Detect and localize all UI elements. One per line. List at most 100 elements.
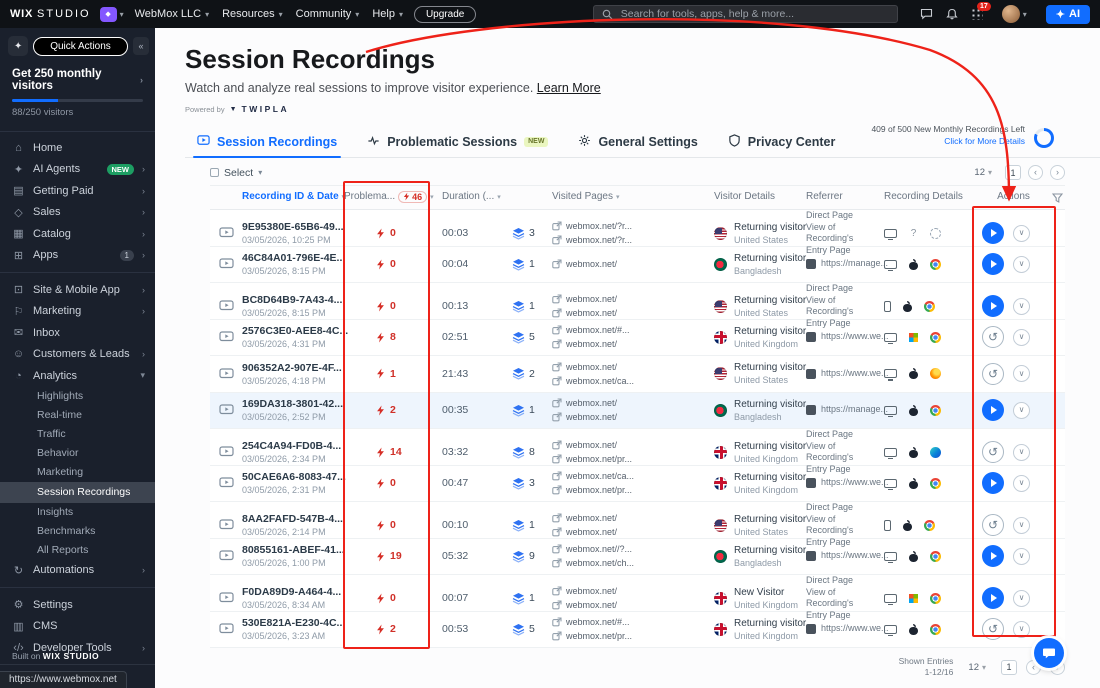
ai-assistant-button[interactable]: ✦ AI: [1045, 4, 1090, 24]
more-options-button[interactable]: ∨: [1013, 328, 1030, 346]
more-options-button[interactable]: ∨: [1013, 443, 1030, 461]
session-icon[interactable]: [210, 331, 242, 343]
table-row[interactable]: 530E821A-E230-4C... 03/05/2026, 3:23 AM …: [210, 611, 1065, 648]
table-row[interactable]: 2576C3E0-AEE8-4C... 03/05/2026, 4:31 PM …: [210, 319, 1065, 356]
visited-page-link[interactable]: webmox.net//?...: [552, 544, 632, 554]
topbar-menu-button[interactable]: Community ▾: [294, 8, 362, 20]
site-switcher-button[interactable]: ◆ ▾: [99, 6, 124, 22]
apps-launcher-button[interactable]: 17: [970, 2, 991, 20]
analytics-subnav-item[interactable]: Insights: [0, 503, 155, 522]
col-header-duration[interactable]: Duration (...: [430, 191, 500, 202]
table-row[interactable]: 50CAE6A6-8083-47... 03/05/2026, 2:31 PM …: [210, 465, 1065, 502]
play-recording-button[interactable]: [982, 545, 1004, 568]
favorites-button[interactable]: ✦: [8, 36, 28, 56]
play-recording-button[interactable]: [982, 618, 1004, 641]
sidebar-nav-item[interactable]: ◇ Sales ›: [0, 202, 155, 224]
session-icon[interactable]: [210, 368, 242, 380]
visited-page-link[interactable]: webmox.net/#...: [552, 617, 630, 627]
table-row[interactable]: 169DA318-3801-42... 03/05/2026, 2:52 PM …: [210, 392, 1065, 429]
visited-page-link[interactable]: webmox.net/ca...: [552, 471, 634, 481]
col-header-problems[interactable]: Problema... 46: [342, 190, 430, 203]
visited-page-link[interactable]: webmox.net/ca...: [552, 376, 634, 386]
table-row[interactable]: BC8D64B9-7A43-4... 03/05/2026, 8:15 PM 0…: [210, 283, 1065, 328]
col-header-visited-pages[interactable]: Visited Pages: [540, 191, 700, 202]
visited-page-link[interactable]: webmox.net/#...: [552, 325, 630, 335]
visited-page-link[interactable]: webmox.net/?r...: [552, 221, 632, 231]
sidebar-nav-item[interactable]: ✉ Inbox: [0, 322, 155, 344]
analytics-subnav-item[interactable]: All Reports: [0, 541, 155, 560]
sidebar-nav-item[interactable]: ▥ CMS: [0, 616, 155, 638]
chat-button[interactable]: [920, 8, 933, 20]
session-icon[interactable]: [210, 592, 242, 604]
table-row[interactable]: 8AA2FAFD-547B-4... 03/05/2026, 2:14 PM 0…: [210, 502, 1065, 547]
notifications-button[interactable]: [946, 8, 958, 20]
promo-header[interactable]: Get 250 monthly visitors ›: [12, 68, 143, 92]
more-options-button[interactable]: ∨: [1013, 255, 1030, 273]
session-icon[interactable]: [210, 477, 242, 489]
more-options-button[interactable]: ∨: [1013, 516, 1030, 534]
sidebar-nav-item[interactable]: ▤ Getting Paid ›: [0, 180, 155, 202]
play-recording-button[interactable]: [982, 222, 1004, 245]
play-recording-button[interactable]: [982, 295, 1004, 318]
site-menu-button[interactable]: WebMox LLC ▾: [133, 8, 211, 20]
analytics-subnav-item[interactable]: Benchmarks: [0, 522, 155, 541]
col-header-recording-id[interactable]: Recording ID & Date: [242, 191, 342, 202]
session-icon[interactable]: [210, 550, 242, 562]
page-size-select[interactable]: 12 ▾: [962, 661, 992, 674]
session-icon[interactable]: [210, 446, 242, 458]
more-options-button[interactable]: ∨: [1013, 224, 1030, 242]
sidebar-nav-item[interactable]: ⊡ Site & Mobile App ›: [0, 279, 155, 301]
prev-page-button[interactable]: ‹: [1028, 165, 1043, 180]
analytics-subnav-item[interactable]: Session Recordings: [0, 481, 155, 503]
current-page[interactable]: 1: [1001, 659, 1017, 675]
more-options-button[interactable]: ∨: [1013, 620, 1030, 638]
sidebar-nav-item[interactable]: ⚙ Settings: [0, 594, 155, 616]
play-recording-button[interactable]: [982, 587, 1004, 610]
session-icon[interactable]: [210, 623, 242, 635]
next-page-button[interactable]: ›: [1050, 165, 1065, 180]
wix-studio-logo[interactable]: WIX STUDIO: [10, 8, 91, 20]
visited-page-link[interactable]: webmox.net/: [552, 362, 617, 372]
visited-page-link[interactable]: webmox.net/: [552, 398, 617, 408]
play-recording-button[interactable]: [982, 326, 1004, 349]
play-recording-button[interactable]: [982, 514, 1004, 537]
visited-page-link[interactable]: webmox.net/pr...: [552, 454, 632, 464]
search-input[interactable]: [618, 7, 889, 21]
sidebar-nav-item[interactable]: ⌂ Home: [0, 137, 155, 159]
visited-page-link[interactable]: webmox.net/: [552, 259, 617, 269]
visited-page-link[interactable]: webmox.net/pr...: [552, 631, 632, 641]
topbar-menu-button[interactable]: Help ▾: [370, 8, 405, 20]
play-recording-button[interactable]: [982, 362, 1004, 385]
table-row[interactable]: F0DA89D9-A464-4... 03/05/2026, 8:34 AM 0…: [210, 575, 1065, 620]
visited-page-link[interactable]: webmox.net/: [552, 586, 617, 596]
analytics-subnav-item[interactable]: Real-time: [0, 406, 155, 425]
sidebar-nav-item[interactable]: ⊞ Apps 1 ›: [0, 245, 155, 267]
visited-page-link[interactable]: webmox.net/: [552, 440, 617, 450]
play-recording-button[interactable]: [982, 399, 1004, 422]
tab[interactable]: General Settings: [578, 126, 698, 157]
table-row[interactable]: 906352A2-907E-4F... 03/05/2026, 4:18 PM …: [210, 356, 1065, 393]
visited-page-link[interactable]: webmox.net/: [552, 339, 617, 349]
account-menu-button[interactable]: ▾: [996, 4, 1033, 24]
select-dropdown[interactable]: Select ▾: [210, 167, 262, 179]
quick-actions-button[interactable]: Quick Actions: [33, 36, 128, 56]
play-recording-button[interactable]: [982, 441, 1004, 464]
more-options-button[interactable]: ∨: [1013, 401, 1030, 419]
global-search[interactable]: [592, 5, 898, 23]
page-size-select[interactable]: 12 ▾: [968, 166, 998, 179]
visited-page-link[interactable]: webmox.net/: [552, 527, 617, 537]
more-options-button[interactable]: ∨: [1013, 297, 1030, 315]
filter-icon[interactable]: [1051, 193, 1064, 206]
sidebar-nav-item[interactable]: ◔ Analytics ▾: [0, 365, 155, 387]
more-options-button[interactable]: ∨: [1013, 365, 1030, 383]
play-recording-button[interactable]: [982, 253, 1004, 276]
session-icon[interactable]: [210, 258, 242, 270]
session-icon[interactable]: [210, 300, 242, 312]
table-row[interactable]: 80855161-ABEF-41... 03/05/2026, 1:00 PM …: [210, 538, 1065, 575]
table-row[interactable]: 46C84A01-796E-4E... 03/05/2026, 8:15 PM …: [210, 246, 1065, 283]
more-options-button[interactable]: ∨: [1013, 474, 1030, 492]
current-page[interactable]: 1: [1005, 165, 1021, 180]
learn-more-link[interactable]: Learn More: [537, 81, 601, 95]
visited-page-link[interactable]: webmox.net/?r...: [552, 235, 632, 245]
upgrade-button[interactable]: Upgrade: [413, 5, 477, 23]
